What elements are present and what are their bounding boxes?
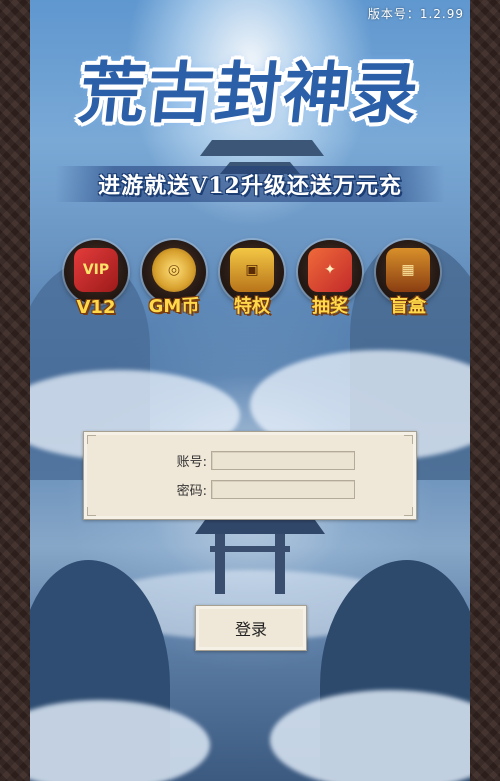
vip-card-icon: VIP bbox=[74, 248, 118, 292]
password-label: 密码: bbox=[176, 483, 207, 499]
account-input[interactable] bbox=[211, 450, 355, 470]
perk-label: 抽奖 bbox=[312, 296, 348, 317]
temple-gate bbox=[195, 520, 325, 600]
mystery-box-icon: ▦ bbox=[386, 248, 430, 292]
slogan-text: 进游就送V12升级还送万元充 bbox=[98, 173, 402, 199]
perk-item-v12: VIP V12 bbox=[62, 238, 130, 318]
perk-item-gm-coin: ◎ GM币 bbox=[140, 238, 208, 318]
password-input[interactable] bbox=[211, 479, 355, 499]
version-label: 版本号：1.2.99 bbox=[367, 7, 464, 21]
perk-label: 盲盒 bbox=[390, 296, 426, 317]
cloud bbox=[30, 700, 210, 781]
perk-item-privilege: ▣ 特权 bbox=[218, 238, 286, 318]
perk-label: 特权 bbox=[234, 296, 270, 317]
perk-item-lottery: ✦ 抽奖 bbox=[296, 238, 364, 318]
panel-corner bbox=[404, 435, 413, 444]
perk-label: V12 bbox=[76, 297, 116, 318]
panel-corner bbox=[87, 435, 96, 444]
panel-corner bbox=[404, 507, 413, 516]
lottery-card-icon: ✦ bbox=[308, 248, 352, 292]
left-wood-border bbox=[0, 0, 30, 781]
account-row: 账号: bbox=[159, 449, 355, 471]
cloud bbox=[270, 690, 470, 781]
login-form: 账号: 密码: bbox=[83, 431, 417, 520]
account-label: 账号: bbox=[176, 454, 207, 470]
right-wood-border bbox=[470, 0, 500, 781]
login-button[interactable]: 登录 bbox=[195, 605, 307, 651]
treasure-chest-icon: ▣ bbox=[230, 248, 274, 292]
perk-label: GM币 bbox=[148, 296, 200, 317]
password-row: 密码: bbox=[159, 478, 355, 500]
perk-list: VIP V12 ◎ GM币 ▣ 特权 ✦ 抽奖 ▦ 盲盒 bbox=[62, 238, 442, 318]
gold-coin-icon: ◎ bbox=[152, 248, 196, 292]
perk-item-blind-box: ▦ 盲盒 bbox=[374, 238, 442, 318]
game-logo-title: 荒古封神录 bbox=[75, 54, 424, 132]
panel-corner bbox=[87, 507, 96, 516]
